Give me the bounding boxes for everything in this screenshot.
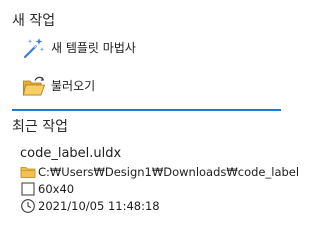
recent-file-path-row: C:₩Users₩Design1₩Downloads₩code_label.ul… (20, 163, 299, 180)
recent-file-item[interactable]: code_label.uldx C:₩Users₩Design1₩Downloa… (20, 145, 299, 214)
recent-file-size-row: 60x40 (20, 180, 299, 197)
label-size-icon (20, 181, 36, 197)
open-file-label: 불러오기 (51, 79, 96, 93)
recent-file-date-row: 2021/10/05 11:48:18 (20, 197, 299, 214)
folder-icon (20, 164, 36, 180)
new-template-wizard-button[interactable]: 새 템플릿 마법사 (22, 36, 136, 60)
open-folder-icon (22, 74, 46, 98)
recent-file-path: C:₩Users₩Design1₩Downloads₩code_label.ul… (38, 164, 299, 179)
recent-file-name: code_label.uldx (20, 146, 122, 161)
start-panel: 새 작업 새 템플릿 마법사 불러오기 최근 작업 code_label.uld… (0, 0, 299, 246)
open-file-button[interactable]: 불러오기 (22, 74, 95, 98)
recent-file-size: 60x40 (38, 181, 75, 196)
clock-icon (20, 198, 36, 214)
recent-work-title: 최근 작업 (12, 119, 68, 135)
new-template-wizard-label: 새 템플릿 마법사 (51, 41, 136, 55)
section-divider (12, 109, 281, 111)
new-work-title: 새 작업 (12, 13, 56, 29)
magic-wand-icon (22, 36, 46, 60)
recent-file-modified: 2021/10/05 11:48:18 (38, 198, 160, 213)
